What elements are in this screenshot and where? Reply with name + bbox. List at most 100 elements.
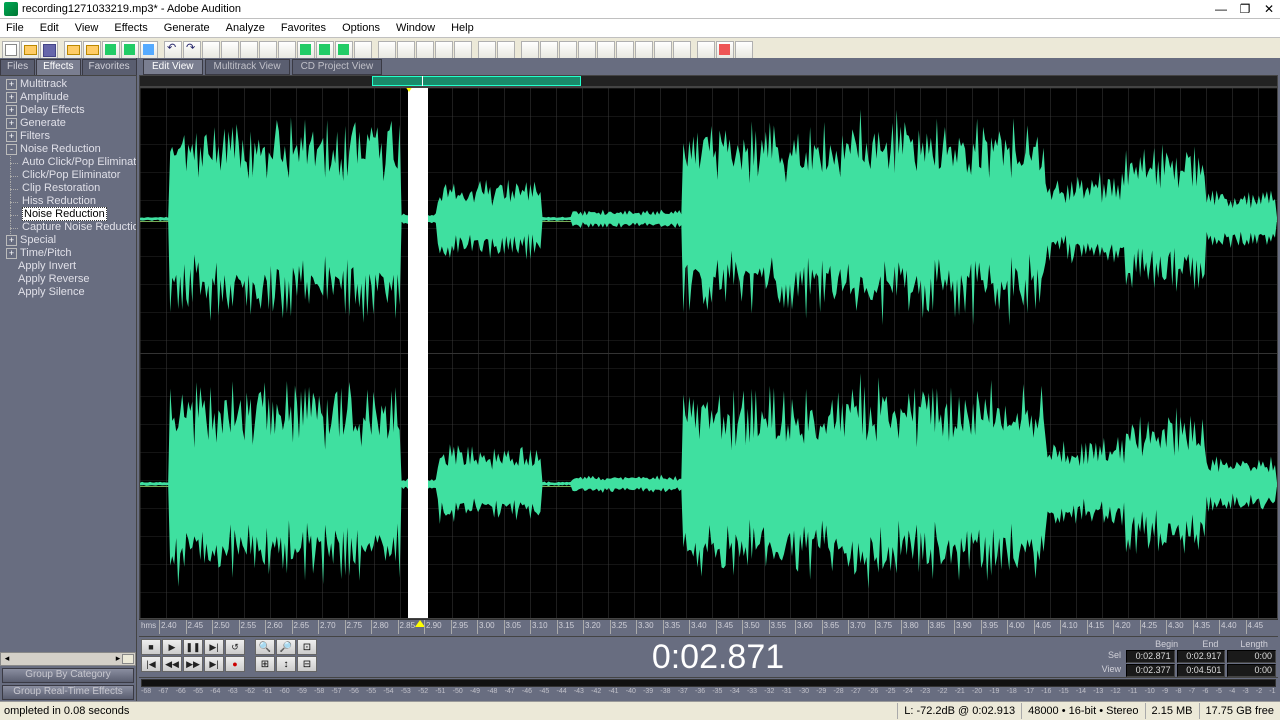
tb-btn-28[interactable] [540,41,558,59]
side-tab-favorites[interactable]: Favorites [82,59,137,75]
tree-item[interactable]: +Time/Pitch [0,247,136,260]
menu-window[interactable]: Window [388,21,443,35]
menu-effects[interactable]: Effects [106,21,155,35]
zoom-in-h-button[interactable]: 🔍 [255,639,275,655]
tb-btn-26[interactable] [497,41,515,59]
side-tab-files[interactable]: Files [0,59,35,75]
tb-btn-16[interactable] [297,41,315,59]
expand-icon[interactable]: + [6,248,17,259]
record-button[interactable]: ● [225,656,245,672]
side-tab-effects[interactable]: Effects [36,59,80,75]
view-length[interactable]: 0:00 [1227,664,1276,677]
tree-item[interactable]: Noise Reduction [0,208,136,221]
tb-btn-17[interactable] [316,41,334,59]
sel-end[interactable]: 0:02.917 [1177,650,1226,663]
tree-item[interactable]: Click/Pop Eliminator [0,169,136,182]
sidebar-scrollbar[interactable]: ◂▸ [0,652,136,666]
tb-btn-14[interactable] [259,41,277,59]
tb-btn-22[interactable] [416,41,434,59]
tb-btn-4[interactable] [64,41,82,59]
menu-help[interactable]: Help [443,21,482,35]
view-begin[interactable]: 0:02.377 [1126,664,1175,677]
view-tab[interactable]: Multitrack View [205,59,290,75]
view-tab[interactable]: Edit View [143,59,203,75]
zoom-sel-button[interactable]: ⊞ [255,656,275,672]
tb-btn-8[interactable] [140,41,158,59]
tb-btn-23[interactable] [435,41,453,59]
undo-button[interactable] [164,41,182,59]
play-button[interactable]: ▶ [162,639,182,655]
playhead-cursor[interactable] [408,88,428,618]
sel-length[interactable]: 0:00 [1227,650,1276,663]
tb-btn-19[interactable] [354,41,372,59]
tree-item[interactable]: +Special [0,234,136,247]
tb-btn-7[interactable] [121,41,139,59]
tb-btn-24[interactable] [454,41,472,59]
side-button[interactable]: Group Real-Time Effects [2,685,134,700]
tb-btn-5[interactable] [83,41,101,59]
tb-btn-34[interactable] [654,41,672,59]
pause-button[interactable]: ❚❚ [183,639,203,655]
open-button[interactable] [21,41,39,59]
expand-icon[interactable]: + [6,131,17,142]
level-meter[interactable]: -68-67-66-65-64-63-62-61-60-59-58-57-56-… [139,677,1278,702]
tree-item[interactable]: +Delay Effects [0,104,136,117]
tree-item[interactable]: Apply Invert [0,260,136,273]
save-button[interactable] [40,41,58,59]
tb-btn-12[interactable] [221,41,239,59]
new-button[interactable] [2,41,20,59]
tb-btn-13[interactable] [240,41,258,59]
tb-btn-18[interactable] [335,41,353,59]
tree-item[interactable]: -Noise Reduction [0,143,136,156]
forward-button[interactable]: ▶▶ [183,656,203,672]
menu-view[interactable]: View [67,21,107,35]
tb-btn-36[interactable] [697,41,715,59]
tb-btn-6[interactable] [102,41,120,59]
minimize-button[interactable]: — [1214,2,1228,16]
tb-btn-38[interactable] [735,41,753,59]
menu-options[interactable]: Options [334,21,388,35]
time-ruler[interactable]: hms 2.402.452.502.552.602.652.702.752.80… [139,619,1278,634]
expand-icon[interactable]: + [6,79,17,90]
tb-btn-32[interactable] [616,41,634,59]
close-button[interactable]: ✕ [1262,2,1276,16]
tree-item[interactable]: Auto Click/Pop Eliminator [0,156,136,169]
tree-item[interactable]: Clip Restoration [0,182,136,195]
tree-item[interactable]: +Multitrack [0,78,136,91]
menu-favorites[interactable]: Favorites [273,21,334,35]
menu-analyze[interactable]: Analyze [218,21,273,35]
zoom-out-v-button[interactable]: ⊟ [297,656,317,672]
view-tab[interactable]: CD Project View [292,59,383,75]
tb-btn-15[interactable] [278,41,296,59]
redo-button[interactable] [183,41,201,59]
waveform-display[interactable] [139,87,1278,619]
tb-btn-37[interactable] [716,41,734,59]
tb-btn-11[interactable] [202,41,220,59]
overview-bar[interactable] [139,75,1278,87]
tb-btn-27[interactable] [521,41,539,59]
expand-icon[interactable]: + [6,118,17,129]
go-start-button[interactable]: |◀ [141,656,161,672]
overview-selection[interactable] [372,76,581,86]
tree-item[interactable]: +Generate [0,117,136,130]
tb-btn-35[interactable] [673,41,691,59]
expand-icon[interactable]: - [6,144,17,155]
tb-btn-29[interactable] [559,41,577,59]
view-end[interactable]: 0:04.501 [1177,664,1226,677]
tree-item[interactable]: Capture Noise Reduction Profile [0,221,136,234]
zoom-out-h-button[interactable]: 🔎 [276,639,296,655]
tree-item[interactable]: Apply Reverse [0,273,136,286]
tree-item[interactable]: Apply Silence [0,286,136,299]
menu-edit[interactable]: Edit [32,21,67,35]
menu-file[interactable]: File [2,21,32,35]
zoom-in-v-button[interactable]: ↕ [276,656,296,672]
tb-btn-25[interactable] [478,41,496,59]
rewind-button[interactable]: ◀◀ [162,656,182,672]
tb-btn-31[interactable] [597,41,615,59]
sel-begin[interactable]: 0:02.871 [1126,650,1175,663]
side-button[interactable]: Group By Category [2,668,134,683]
tb-btn-21[interactable] [397,41,415,59]
loop-button[interactable]: ↺ [225,639,245,655]
tree-item[interactable]: +Filters [0,130,136,143]
expand-icon[interactable]: + [6,105,17,116]
